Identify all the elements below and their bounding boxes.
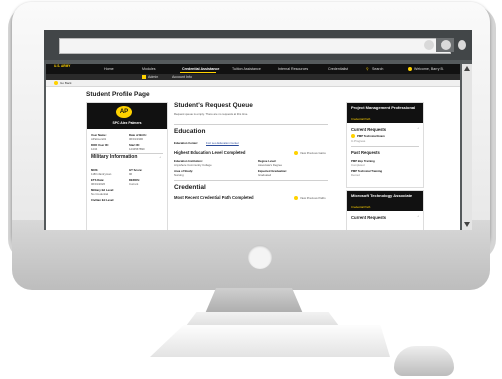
panel-title: Microsoft Technology Associate: [351, 193, 413, 198]
power-button[interactable]: [248, 245, 272, 269]
highest-education-heading: Highest Education Level Completed: [174, 150, 246, 155]
eye-icon: [294, 196, 298, 201]
window-dot-1[interactable]: [424, 40, 434, 50]
window-dot-3[interactable]: [458, 40, 466, 50]
past-request-status: Denied: [351, 173, 360, 177]
scroll-up-arrow-icon[interactable]: [464, 66, 470, 71]
current-requests-heading: Current Requests: [351, 215, 387, 220]
nav-modules[interactable]: Modules: [142, 67, 156, 71]
window-dot-2[interactable]: [441, 40, 451, 50]
site-nav: U.S. ARMY Home Modules Credential Assist…: [46, 64, 460, 74]
breadcrumb[interactable]: Go Back: [60, 81, 72, 85]
browser-toolbar: [44, 30, 472, 60]
field-value: No Credential: [91, 192, 109, 196]
nav-tuition-assistance[interactable]: Tuition Assistance: [232, 67, 261, 71]
education-center-link[interactable]: Fort Leo Education Center: [206, 141, 239, 145]
chevron-up-icon[interactable]: ⌃: [417, 127, 419, 131]
divider: [351, 146, 419, 147]
field-value: Nursing: [174, 173, 184, 177]
divider: [174, 180, 328, 181]
education-center-label: Education Center:: [174, 141, 199, 145]
panel-subtitle: Credential Path: [351, 205, 371, 209]
keyboard: [150, 325, 390, 357]
monitor-stand: [204, 288, 304, 316]
field-value: 06/01/1990: [129, 137, 143, 141]
web-page: U.S. ARMY Home Modules Credential Assist…: [46, 64, 460, 230]
page-title: Student Profile Page: [86, 91, 150, 98]
nav-credentialist[interactable]: Credentialist: [328, 67, 348, 71]
panel-subtitle: Credential Path: [351, 117, 371, 121]
past-request-status: Completed: [351, 163, 365, 167]
search-icon[interactable]: ⚲: [366, 67, 369, 71]
field-value: 1234: [91, 147, 98, 151]
field-value: 11B Infantryman: [91, 172, 112, 176]
current-requests-heading: Current Requests: [351, 127, 387, 132]
panel-header: Project Management Professional Credenti…: [347, 103, 423, 123]
eye-icon: [294, 151, 298, 156]
request-status: In Progress: [351, 139, 366, 143]
nav-credential-assistance[interactable]: Credential Assistance: [182, 67, 219, 71]
field-value: Associate's Degree: [258, 163, 283, 167]
request-status-icon: [351, 134, 355, 139]
field-value: APalmers01: [91, 137, 107, 141]
nav-internal-resources[interactable]: Internal Resources: [278, 67, 308, 71]
profile-card: AP SPC Alex Palmers User Name: APalmers0…: [86, 102, 168, 230]
profile-name: SPC Alex Palmers: [112, 121, 142, 125]
view-previous-paths-button[interactable]: View Previous Paths: [294, 196, 326, 201]
mouse: [394, 346, 454, 376]
welcome-text[interactable]: Welcome, Barry B.: [414, 67, 444, 71]
credential-subheading: Most Recent Credential Path Completed: [174, 195, 254, 200]
field-value: Anywhere Community College: [174, 163, 212, 167]
admin-icon: [142, 75, 146, 79]
address-bar[interactable]: [59, 38, 451, 54]
field-value: Current: [129, 182, 139, 186]
panel-header: Microsoft Technology Associate Credentia…: [347, 191, 423, 211]
field-label: Civilian Ed Level:: [91, 198, 115, 202]
back-arrow-icon[interactable]: [54, 81, 58, 85]
logo-text: U.S. ARMY: [54, 64, 71, 68]
action-label: View Previous Gains: [300, 151, 326, 155]
queue-title: Student's Request Queue: [174, 102, 253, 109]
queue-empty-text: Request queue is empty. There are no req…: [174, 112, 249, 116]
avatar: AP: [116, 106, 132, 118]
field-value: Graduated: [258, 173, 272, 177]
subnav-account-info[interactable]: Account Info: [172, 75, 192, 79]
breadcrumb-bar: Go Back: [46, 80, 460, 87]
credential-path-panel: Project Management Professional Credenti…: [346, 102, 424, 188]
divider: [174, 124, 328, 125]
army-logo[interactable]: U.S. ARMY: [54, 64, 74, 73]
vertical-scrollbar[interactable]: [462, 64, 472, 230]
nav-home[interactable]: Home: [104, 67, 114, 71]
education-title: Education: [174, 128, 206, 135]
profile-card-header: AP SPC Alex Palmers: [87, 103, 167, 129]
chevron-up-icon[interactable]: ⌃: [417, 215, 419, 219]
request-name: PMP Technical Exam: [357, 134, 385, 138]
field-value: 06/01/2026: [91, 182, 105, 186]
military-info-heading: Military Information: [91, 154, 138, 160]
chevron-up-icon[interactable]: ⌃: [159, 156, 161, 160]
request-item[interactable]: PMP Technical Exam: [351, 134, 385, 139]
nav-search[interactable]: Search: [372, 67, 383, 71]
monitor-screen: U.S. ARMY Home Modules Credential Assist…: [44, 30, 472, 230]
action-label: View Previous Paths: [300, 196, 326, 200]
credential-path-panel: Microsoft Technology Associate Credentia…: [346, 190, 424, 230]
subnav-admin[interactable]: Admin: [148, 75, 158, 79]
credential-title: Credential: [174, 184, 206, 191]
view-previous-gains-button[interactable]: View Previous Gains: [294, 151, 326, 156]
panel-title: Project Management Professional: [351, 105, 416, 110]
past-requests-heading: Past Requests: [351, 150, 380, 155]
user-icon: [408, 67, 412, 71]
field-value: 96: [129, 172, 133, 176]
scroll-down-arrow-icon[interactable]: [464, 222, 470, 227]
field-value: 1234567890: [129, 147, 145, 151]
